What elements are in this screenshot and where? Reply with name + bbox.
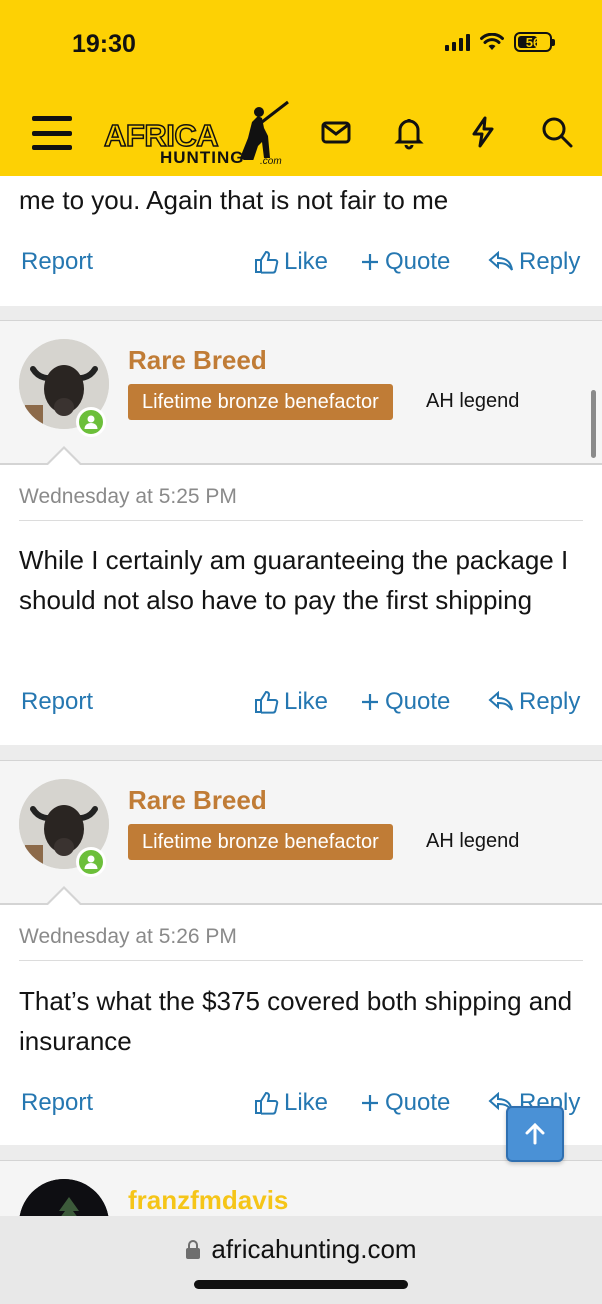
user-title: AH legend — [426, 390, 520, 412]
site-logo[interactable]: AFRICA HUNTING .com — [103, 100, 294, 170]
post-body: me to you. Again that is not fair to me — [19, 185, 449, 215]
post-date[interactable]: Wednesday at 5:25 PM — [19, 485, 237, 509]
thumbs-up-icon — [255, 690, 279, 714]
lightning-icon[interactable] — [465, 114, 501, 150]
post-date[interactable]: Wednesday at 5:26 PM — [19, 925, 237, 949]
status-indicators: 56 — [445, 32, 555, 52]
logo-text-hunting: HUNTING — [160, 148, 245, 167]
report-link[interactable]: Report — [21, 688, 93, 716]
date-divider — [19, 520, 583, 521]
username[interactable]: Rare Breed — [128, 345, 267, 376]
search-icon[interactable] — [539, 114, 575, 150]
user-title: AH legend — [426, 830, 520, 852]
site-header: 19:30 56 AFRICA HUNTING .com — [0, 0, 602, 176]
home-indicator[interactable] — [194, 1280, 408, 1289]
quote-button[interactable]: Quote — [360, 1089, 450, 1117]
speech-notch-fill — [48, 449, 80, 465]
reply-arrow-icon — [488, 691, 513, 711]
user-banner: Lifetime bronze benefactor — [128, 384, 393, 420]
like-button[interactable]: Like — [253, 688, 328, 716]
speech-notch-fill — [48, 889, 80, 905]
battery-icon: 56 — [514, 32, 555, 52]
arrow-up-icon — [525, 1122, 545, 1145]
username[interactable]: franzfmdavis — [128, 1185, 288, 1216]
logo-text-com: .com — [260, 156, 282, 167]
bell-icon[interactable] — [391, 114, 427, 150]
report-link[interactable]: Report — [21, 1089, 93, 1117]
url-text: africahunting.com — [211, 1234, 417, 1264]
reply-button[interactable]: Reply — [488, 688, 580, 716]
quote-button[interactable]: Quote — [360, 688, 450, 716]
like-button[interactable]: Like — [253, 248, 328, 276]
plus-icon — [362, 254, 378, 270]
url-display[interactable]: africahunting.com — [0, 1234, 602, 1265]
reply-arrow-icon — [488, 251, 513, 271]
post-body-block: Wednesday at 5:25 PM While I certainly a… — [0, 465, 602, 745]
like-button[interactable]: Like — [253, 1089, 328, 1117]
user-banner: Lifetime bronze benefactor — [128, 824, 393, 860]
battery-level: 56 — [525, 34, 541, 50]
mail-icon[interactable] — [318, 114, 354, 150]
cellular-signal-icon — [445, 33, 470, 51]
online-status-icon — [76, 407, 106, 437]
menu-icon[interactable] — [32, 116, 72, 150]
scrollbar[interactable] — [591, 390, 596, 458]
wifi-icon — [480, 33, 504, 50]
quote-button[interactable]: Quote — [360, 248, 450, 276]
reply-button[interactable]: Reply — [488, 248, 580, 276]
post-body: While I certainly am guaranteeing the pa… — [19, 545, 569, 615]
online-status-icon — [76, 847, 106, 877]
report-link[interactable]: Report — [21, 248, 93, 276]
username[interactable]: Rare Breed — [128, 785, 267, 816]
plus-icon — [362, 694, 378, 710]
thumbs-up-icon — [255, 1091, 279, 1115]
thumbs-up-icon — [255, 250, 279, 274]
post-body: That’s what the $375 covered both shippi… — [19, 986, 573, 1056]
status-time: 19:30 — [72, 30, 136, 58]
lock-icon — [186, 1239, 201, 1259]
browser-address-bar[interactable]: africahunting.com — [0, 1216, 602, 1304]
date-divider — [19, 960, 583, 961]
scroll-to-top-button[interactable] — [506, 1106, 564, 1162]
plus-icon — [362, 1095, 378, 1111]
